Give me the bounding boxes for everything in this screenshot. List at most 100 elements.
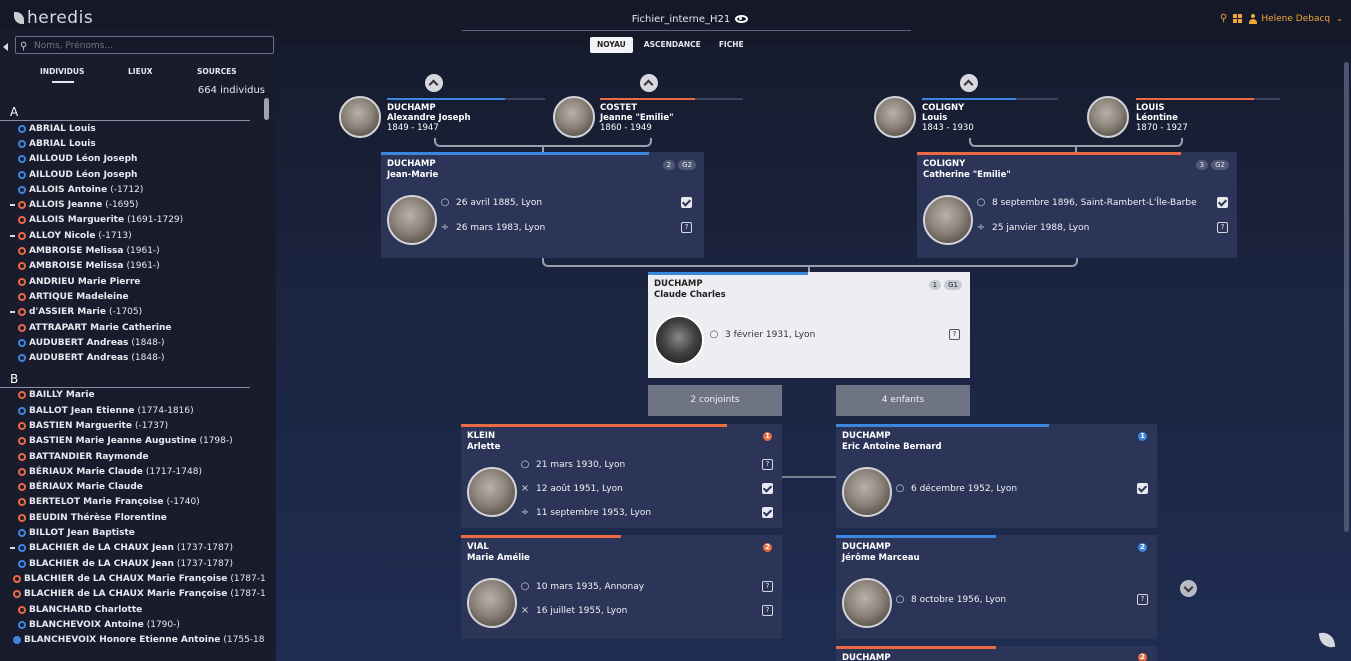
expand-ancestors-button[interactable] [960, 74, 978, 92]
person-list-item[interactable]: ALLOIS Marguerite (1691-1729) [0, 213, 265, 228]
person-list-item[interactable]: BÉRIAUX Marie Claude [0, 480, 265, 495]
spouse-card[interactable]: KLEIN Arlette 1 ○ 21 mars 1930, Lyon × 12 … [461, 424, 782, 528]
person-list-item[interactable]: BLACHIER de LA CHAUX Jean (1737-1787) [0, 556, 265, 571]
person-list-item[interactable]: BAILLY Marie [0, 388, 265, 403]
person-list-item[interactable]: d'ASSIER Marie (-1705) [0, 305, 265, 320]
eye-icon[interactable] [735, 15, 749, 23]
person-name: AILLOUD Léon Joseph [29, 169, 138, 180]
mother-card[interactable]: COLIGNY Catherine "Emilie" 3 G2 ○ 8 septem… [917, 152, 1237, 258]
person-name: ABRIAL Louis [29, 123, 96, 134]
expand-descendants-button[interactable] [1180, 580, 1197, 597]
person-list-item[interactable]: ALLOIS Antoine (-1712) [0, 182, 265, 197]
person-list-item[interactable]: BÉRIAUX Marie Claude (1717-1748) [0, 464, 265, 479]
source-unknown-icon[interactable]: ? [949, 329, 960, 340]
source-unknown-icon[interactable]: ? [1137, 594, 1148, 605]
person-list-item[interactable]: BLACHIER de LA CHAUX Marie Françoise (178… [0, 571, 265, 586]
user-name[interactable]: Helene Debacq [1261, 14, 1330, 24]
root-person-card[interactable]: DUCHAMP Claude Charles 1 G1 ○ 3 février 19… [648, 272, 970, 378]
child-card[interactable]: DUCHAMP 2 [836, 646, 1157, 661]
person-list-item[interactable]: BLACHIER de LA CHAUX Marie Françoise (178… [0, 587, 265, 602]
avatar[interactable] [654, 315, 704, 365]
person-list-item[interactable]: BILLOT Jean Baptiste [0, 525, 265, 540]
person-list-item[interactable]: ALLOY Nicole (-1713) [0, 228, 265, 243]
person-list-item[interactable]: BALLOT Jean Etienne (1774-1816) [0, 403, 265, 418]
tab-lieux[interactable]: LIEUX [128, 67, 153, 76]
spouses-summary-button[interactable]: 2 conjoints [648, 385, 782, 416]
person-list-item[interactable]: BERTELOT Marie Françoise (-1740) [0, 495, 265, 510]
person-list-item[interactable]: AMBROISE Melissa (1961-) [0, 243, 265, 258]
female-icon [18, 216, 26, 225]
grandparent-label[interactable]: LOUIS Léontine 1870 - 1927 [1136, 103, 1188, 133]
tree-scrollbar[interactable] [1344, 62, 1349, 532]
search-icon[interactable]: ⚲ [1220, 13, 1227, 24]
person-list-item[interactable]: ARTIQUE Madeleine [0, 289, 265, 304]
tab-sources[interactable]: SOURCES [197, 67, 237, 76]
child-card[interactable]: DUCHAMP Jérôme Marceau 2 ○ 8 octobre 1956… [836, 535, 1157, 639]
avatar[interactable] [923, 195, 973, 245]
tab-noyau[interactable]: NOYAU [590, 37, 633, 53]
person-list-item[interactable]: AUDUBERT Andreas (1848-) [0, 350, 265, 365]
source-unknown-icon[interactable]: ? [681, 222, 692, 233]
avatar[interactable] [1087, 96, 1129, 138]
chevron-down-icon[interactable]: ⌄ [1336, 14, 1343, 23]
children-summary-button[interactable]: 4 enfants [836, 385, 970, 416]
person-list-item[interactable]: BATTANDIER Raymonde [0, 449, 265, 464]
person-list-item[interactable]: ANDRIEU Marie Pierre [0, 274, 265, 289]
expand-ancestors-button[interactable] [425, 74, 443, 92]
person-list-item[interactable]: AMBROISE Melissa (1961-) [0, 259, 265, 274]
collapse-sidebar-icon[interactable] [3, 43, 8, 51]
person-list-item[interactable]: BLANCHEVOIX Antoine (1790-) [0, 617, 265, 632]
person-list-item[interactable]: ABRIAL Louis [0, 136, 265, 151]
source-checked-icon[interactable] [762, 483, 773, 494]
avatar[interactable] [467, 578, 517, 628]
search-input[interactable] [15, 36, 274, 54]
person-list-item[interactable]: BEUDIN Thérèse Florentine [0, 510, 265, 525]
birth-event: ○ 3 février 1931, Lyon [709, 329, 816, 340]
source-checked-icon[interactable] [1137, 483, 1148, 494]
tab-fiche[interactable]: FICHE [712, 37, 751, 53]
person-list-item[interactable]: BLACHIER de LA CHAUX Jean (1737-1787) [0, 541, 265, 556]
person-list-item[interactable]: AUDUBERT Andreas (1848-) [0, 335, 265, 350]
tab-individus[interactable]: INDIVIDUS [40, 67, 84, 76]
person-list-item[interactable]: BLANCHEVOIX Honore Etienne Antoine (1755-… [0, 633, 265, 648]
leaf-icon[interactable] [1318, 630, 1336, 650]
user-menu[interactable]: ⚲ Helene Debacq ⌄ [1220, 13, 1343, 24]
person-list-item[interactable]: ALLOIS Jeanne (-1695) [0, 197, 265, 212]
avatar[interactable] [467, 467, 517, 517]
father-card[interactable]: DUCHAMP Jean-Marie 2 G2 ○ 26 avril 1885, L… [381, 152, 704, 258]
avatar[interactable] [387, 195, 437, 245]
avatar[interactable] [874, 96, 916, 138]
grid-icon[interactable] [1233, 14, 1243, 23]
source-checked-icon[interactable] [681, 197, 692, 208]
tab-ascendance[interactable]: ASCENDANCE [637, 37, 708, 53]
person-years: (1737-1787) [176, 558, 234, 569]
avatar[interactable] [842, 467, 892, 517]
spouse-card[interactable]: VIAL Marie Amélie 2 ○ 10 mars 1935, Annon… [461, 535, 782, 639]
person-list-item[interactable]: BASTIEN Marguerite (-1737) [0, 418, 265, 433]
expand-ancestors-button[interactable] [640, 74, 658, 92]
source-checked-icon[interactable] [762, 507, 773, 518]
person-list-item[interactable]: BLANCHARD Charlotte [0, 602, 265, 617]
avatar[interactable] [553, 96, 595, 138]
source-unknown-icon[interactable]: ? [762, 581, 773, 592]
avatar[interactable] [339, 96, 381, 138]
child-card[interactable]: DUCHAMP Eric Antoine Bernard 1 ○ 6 décemb… [836, 424, 1157, 528]
user-icon[interactable] [1248, 13, 1258, 24]
person-list-item[interactable]: ATTRAPART Marie Catherine [0, 320, 265, 335]
grandparent-label[interactable]: COSTET Jeanne "Emilie" 1860 - 1949 [600, 103, 674, 133]
birth-event: ○ 8 octobre 1956, Lyon [895, 594, 1007, 605]
grandparent-label[interactable]: DUCHAMP Alexandre Joseph 1849 - 1947 [387, 103, 471, 133]
app-logo[interactable]: heredis [14, 8, 93, 28]
source-checked-icon[interactable] [1217, 197, 1228, 208]
person-list-item[interactable]: BASTIEN Marie Jeanne Augustine (1798-) [0, 434, 265, 449]
grandparent-label[interactable]: COLIGNY Louis 1843 - 1930 [922, 103, 974, 133]
person-list-item[interactable]: AILLOUD Léon Joseph [0, 167, 265, 182]
female-icon [18, 247, 26, 256]
person-list-item[interactable]: ABRIAL Louis [0, 121, 265, 136]
person-list-item[interactable]: AILLOUD Léon Joseph [0, 152, 265, 167]
source-unknown-icon[interactable]: ? [762, 459, 773, 470]
female-icon [18, 323, 26, 332]
source-unknown-icon[interactable]: ? [1217, 222, 1228, 233]
avatar[interactable] [842, 578, 892, 628]
source-unknown-icon[interactable]: ? [762, 605, 773, 616]
